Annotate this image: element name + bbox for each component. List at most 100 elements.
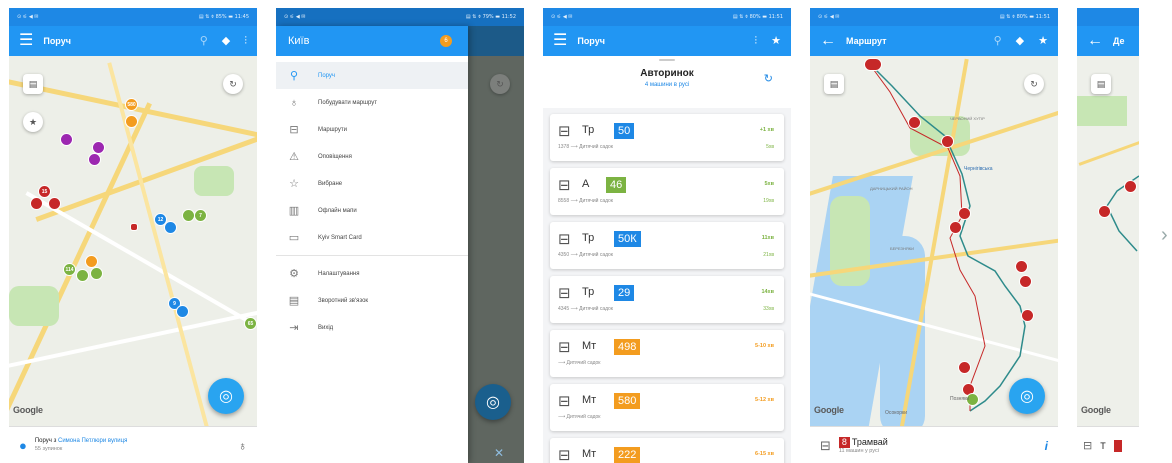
refresh-button[interactable]: ↻ [1024,74,1044,94]
route-card[interactable]: ⊟Мт222⟶ Дитячий садок6-15 хв [550,438,784,463]
tram-marker[interactable] [865,59,881,70]
bottom-bar[interactable]: ⊟ Т [1077,426,1139,463]
route-map[interactable]: ЧЕРВОНИЙ ХУТІР Чернігівська ДАРНИЦЬКИЙ Р… [810,56,1058,463]
route-type-label: Трамвай [851,436,888,447]
layers-toggle-button[interactable]: ▤ [824,74,844,94]
walk-icon[interactable]: ⚲ [200,35,208,47]
map-marker[interactable] [61,134,72,145]
favorite-toggle-button[interactable]: ★ [23,112,43,132]
route-card[interactable]: ⊟ Мт 580 ⟶ Дитячий садок 5-12 хв [550,384,784,431]
app-bar: ☰ Поруч ⫶ ★ [543,26,791,56]
menu-icon[interactable]: ☰ [19,33,33,49]
tram-marker[interactable] [1016,261,1027,272]
layers-toggle-button[interactable]: ▤ [1091,74,1111,94]
map-marker[interactable]: 580 [126,99,137,110]
drawer-item-build-route[interactable]: ♁ Побудувати маршрут [276,89,468,116]
tram-marker[interactable] [1020,276,1031,287]
map-marker[interactable] [93,142,104,153]
bottom-place-link[interactable]: Симона Петлюри вулиця [58,438,127,444]
refresh-icon[interactable]: ↻ [764,72,773,85]
map-view[interactable]: ▤ ★ ↻ 580 15 12 7 114 9 65 ◎ Google [9,56,257,463]
minibus-icon: ⊟ [558,393,571,410]
star-icon[interactable]: ★ [771,35,781,47]
marker-label: 65 [247,320,254,327]
map-marker[interactable] [165,222,176,233]
refresh-button[interactable]: ↻ [223,74,243,94]
route-builder-icon[interactable]: ♁ [238,439,247,453]
notification-badge[interactable]: 6 [440,35,452,47]
tram-icon: ⊟ [1083,440,1093,452]
arrival-time: +1 хв [759,127,774,133]
route-card[interactable]: ⊟ Тр 50К 4350 ⟶ Дитячий садок 11хв 21хв [550,222,784,269]
route-card[interactable]: ⊟ А 46 8558 ⟶ Дитячий садок 5хв 19хв [550,168,784,215]
bottom-info-bar[interactable]: ● Поруч з Симона Петлюри вулиця 55 зупин… [9,426,257,463]
settings-icon: ⚙ [289,268,299,280]
my-location-button[interactable]: ◎ [208,378,244,414]
map-marker[interactable] [31,198,42,209]
tram-marker[interactable] [1099,206,1110,217]
filter-icon[interactable]: ⫶ [754,35,757,47]
route-direction: 4345 ⟶ Дитячий садок [558,306,613,312]
tram-marker[interactable] [942,136,953,147]
drawer-item-routes[interactable]: ⊟ Маршрути [276,116,468,143]
filter-icon[interactable]: ⫶ [244,35,247,47]
info-icon[interactable]: i [1045,439,1048,453]
drawer-item-nearby[interactable]: ⚲ Поруч [276,62,468,89]
drawer-item-feedback[interactable]: ▤ Зворотний зв'язок [276,287,468,314]
drawer-item-favorites[interactable]: ☆ Вибране [276,170,468,197]
tram-marker[interactable] [1125,181,1136,192]
map-marker[interactable] [49,198,60,209]
drawer-item-settings[interactable]: ⚙ Налаштування [276,260,468,287]
next-chevron-icon[interactable]: › [1161,224,1168,247]
menu-icon[interactable]: ☰ [553,33,567,49]
route-number-badge [1113,439,1122,452]
map-marker[interactable]: 15 [39,186,50,197]
route-number: 46 [606,177,627,193]
map-marker[interactable] [77,270,88,281]
status-right: ▤ ⇅ ⌽ 85% ▬ 11:45 [198,14,249,20]
layers-toggle-button[interactable]: ▤ [23,74,43,94]
map-marker[interactable] [86,256,97,267]
map-marker[interactable] [91,268,102,279]
tram-marker[interactable] [909,117,920,128]
route-card[interactable]: ⊟ Тр 29 4345 ⟶ Дитячий садок 14хв 33хв [550,276,784,323]
route-card[interactable]: ⊟ Тр 50 1378 ⟶ Дитячий садок +1 хв 5хв [550,114,784,161]
walk-icon[interactable]: ⚲ [994,35,1002,47]
drag-handle[interactable] [659,59,675,61]
route-card[interactable]: ⊟ Мт 498 ⟶ Дитячий садок 5-10 хв [550,330,784,377]
tram-marker[interactable] [959,208,970,219]
arrival-time: 14хв [761,289,774,295]
layers-icon[interactable]: ◆ [222,35,230,47]
map-marker[interactable]: 12 [155,214,166,225]
back-arrow-icon[interactable]: ← [820,33,836,49]
tram-marker[interactable] [1022,310,1033,321]
drawer-item-smart-card[interactable]: ▭ Kyiv Smart Card [276,224,468,251]
trolleybus-icon: ⊟ [558,123,571,140]
drawer-item-exit[interactable]: ⇥ Вихід [276,314,468,341]
route-number: 222 [614,447,641,463]
map-view[interactable]: ▤ Google [1077,56,1139,463]
minibus-icon: ⊟ [558,339,571,356]
city-title[interactable]: Київ [288,35,309,47]
map-marker[interactable] [126,116,137,127]
map-marker[interactable]: 114 [64,264,75,275]
star-icon[interactable]: ★ [1038,35,1048,47]
map-marker[interactable] [177,306,188,317]
layers-icon[interactable]: ◆ [1016,35,1024,47]
route-bottom-bar[interactable]: ⊟ 8 Трамвай 11 машин у русі i [810,426,1058,463]
tram-marker[interactable] [950,222,961,233]
back-arrow-icon[interactable]: ← [1087,33,1103,49]
map-marker[interactable] [183,210,194,221]
pin-icon [131,224,137,230]
map-label: Позняки [950,396,970,402]
map-marker[interactable]: 7 [195,210,206,221]
my-location-button[interactable]: ◎ [1009,378,1045,414]
bus-icon: ⊟ [289,124,299,136]
drawer-item-offline-maps[interactable]: ▥ Офлайн мапи [276,197,468,224]
map-label: Чернігівська [964,166,993,172]
app-bar: ← Де [1077,26,1139,56]
tram-marker[interactable] [959,362,970,373]
map-marker[interactable] [89,154,100,165]
drawer-item-alerts[interactable]: ⚠ Оповіщення [276,143,468,170]
map-marker[interactable]: 65 [245,318,256,329]
